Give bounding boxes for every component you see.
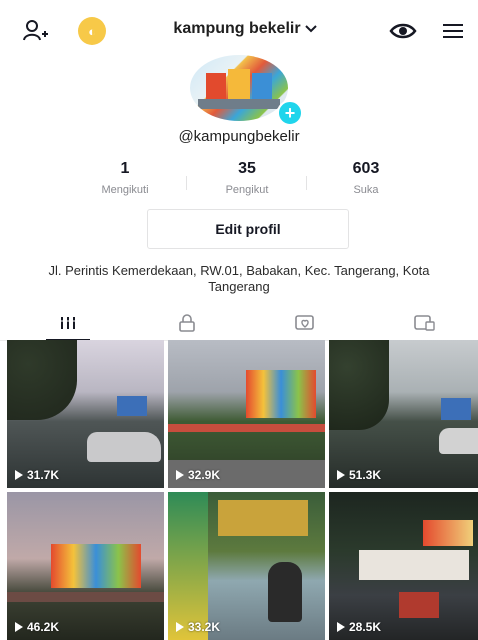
following-label: Mengikuti	[101, 184, 149, 196]
view-count: 31.7K	[15, 468, 59, 482]
view-count: 33.2K	[176, 620, 220, 634]
grid-icon	[58, 317, 77, 329]
play-icon	[337, 470, 345, 480]
saved-videos-icon	[413, 315, 435, 331]
lock-icon	[178, 314, 195, 332]
eye-icon[interactable]	[388, 20, 418, 42]
play-icon	[176, 622, 184, 632]
view-count: 51.3K	[337, 468, 381, 482]
content-tabs	[0, 306, 478, 341]
divider	[186, 176, 187, 190]
divider	[306, 176, 307, 190]
video-thumbnail[interactable]: 46.2K	[7, 492, 164, 640]
menu-icon[interactable]	[440, 20, 466, 42]
profile-handle: @kampungbekelir	[178, 128, 300, 145]
likes-count: 603	[352, 160, 380, 177]
stat-followers[interactable]: 35 Pengikut	[192, 160, 302, 196]
stat-likes[interactable]: 603 Suka	[311, 160, 421, 196]
play-icon	[176, 470, 184, 480]
tab-private[interactable]	[127, 306, 246, 340]
following-count: 1	[120, 160, 130, 177]
account-switcher[interactable]: kampung bekelir	[150, 20, 340, 38]
avatar[interactable]	[190, 55, 288, 121]
tab-favorites[interactable]	[365, 306, 478, 340]
video-thumbnail[interactable]: 33.2K	[168, 492, 325, 640]
chevron-down-icon	[304, 25, 317, 33]
video-thumbnail[interactable]: 28.5K	[329, 492, 478, 640]
stat-following[interactable]: 1 Mengikuti	[70, 160, 180, 196]
view-count: 46.2K	[15, 620, 59, 634]
likes-label: Suka	[353, 184, 379, 196]
top-bar: ◐ kampung bekelir	[0, 0, 478, 62]
followers-count: 35	[238, 160, 256, 177]
video-grid: 31.7K 32.9K 51.3K 46.2K 33.2K 28.5K	[7, 340, 478, 640]
profile-bio: Jl. Perintis Kemerdekaan, RW.01, Babakan…	[48, 263, 430, 294]
play-icon	[15, 470, 23, 480]
play-icon	[337, 622, 345, 632]
video-thumbnail[interactable]: 31.7K	[7, 340, 164, 488]
add-avatar-label: +	[284, 103, 296, 123]
edit-profile-button[interactable]: Edit profil	[147, 209, 349, 249]
video-thumbnail[interactable]: 32.9K	[168, 340, 325, 488]
add-friend-icon[interactable]	[22, 18, 50, 44]
play-icon	[15, 622, 23, 632]
view-count: 28.5K	[337, 620, 381, 634]
add-avatar-icon[interactable]: +	[277, 100, 303, 126]
coin-label: ◐	[88, 23, 96, 39]
coin-icon[interactable]: ◐	[78, 17, 106, 45]
tab-videos[interactable]	[8, 306, 127, 341]
username-label: kampung bekelir	[173, 20, 301, 37]
view-count: 32.9K	[176, 468, 220, 482]
tab-liked[interactable]	[246, 306, 365, 340]
followers-label: Pengikut	[225, 184, 269, 196]
liked-videos-icon	[294, 315, 314, 330]
video-thumbnail[interactable]: 51.3K	[329, 340, 478, 488]
